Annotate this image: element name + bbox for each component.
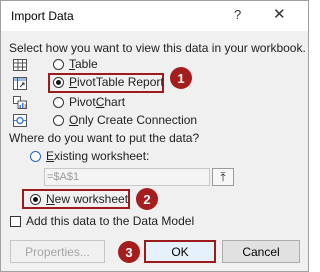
radio-new-worksheet[interactable] (30, 194, 41, 205)
step-badge-1: 1 (170, 67, 192, 89)
title-bar: Import Data ? ✕ (1, 1, 308, 31)
label-pivotchart[interactable]: PivotChart (69, 95, 125, 109)
properties-button[interactable]: Properties... (10, 240, 105, 263)
help-button[interactable]: ? (234, 7, 241, 22)
label-new-worksheet[interactable]: New worksheet (46, 192, 128, 206)
label-pivottable[interactable]: PivotTable Report (69, 75, 164, 89)
collapse-arrow-icon: ⤒ (220, 169, 226, 184)
pivotchart-icon (13, 96, 27, 109)
data-model-checkbox[interactable] (10, 216, 21, 227)
dialog-title: Import Data (11, 9, 74, 23)
label-table[interactable]: Table (69, 57, 98, 71)
connection-icon (13, 114, 27, 127)
radio-only-connection[interactable] (53, 115, 64, 126)
pivottable-icon (13, 77, 27, 90)
radio-pivotchart[interactable] (53, 97, 64, 108)
label-existing-worksheet[interactable]: Existing worksheet: (46, 149, 149, 163)
radio-existing-worksheet[interactable] (30, 151, 41, 162)
step-badge-2: 2 (136, 188, 158, 210)
cancel-button[interactable]: Cancel (222, 240, 300, 263)
import-data-dialog: Import Data ? ✕ Select how you want to v… (0, 0, 309, 272)
label-only-connection[interactable]: Only Create Connection (69, 113, 197, 127)
ok-button[interactable]: OK (144, 240, 216, 263)
step-badge-3: 3 (118, 241, 140, 263)
label-data-model[interactable]: Add this data to the Data Model (26, 214, 194, 228)
table-icon (13, 59, 27, 71)
close-button[interactable]: ✕ (273, 5, 286, 23)
collapse-dialog-button[interactable]: ⤒ (212, 168, 234, 186)
view-prompt: Select how you want to view this data in… (9, 41, 306, 55)
radio-table[interactable] (53, 59, 64, 70)
radio-pivottable[interactable] (53, 77, 64, 88)
location-prompt: Where do you want to put the data? (9, 131, 200, 145)
range-input[interactable]: =$A$1 (44, 168, 210, 186)
